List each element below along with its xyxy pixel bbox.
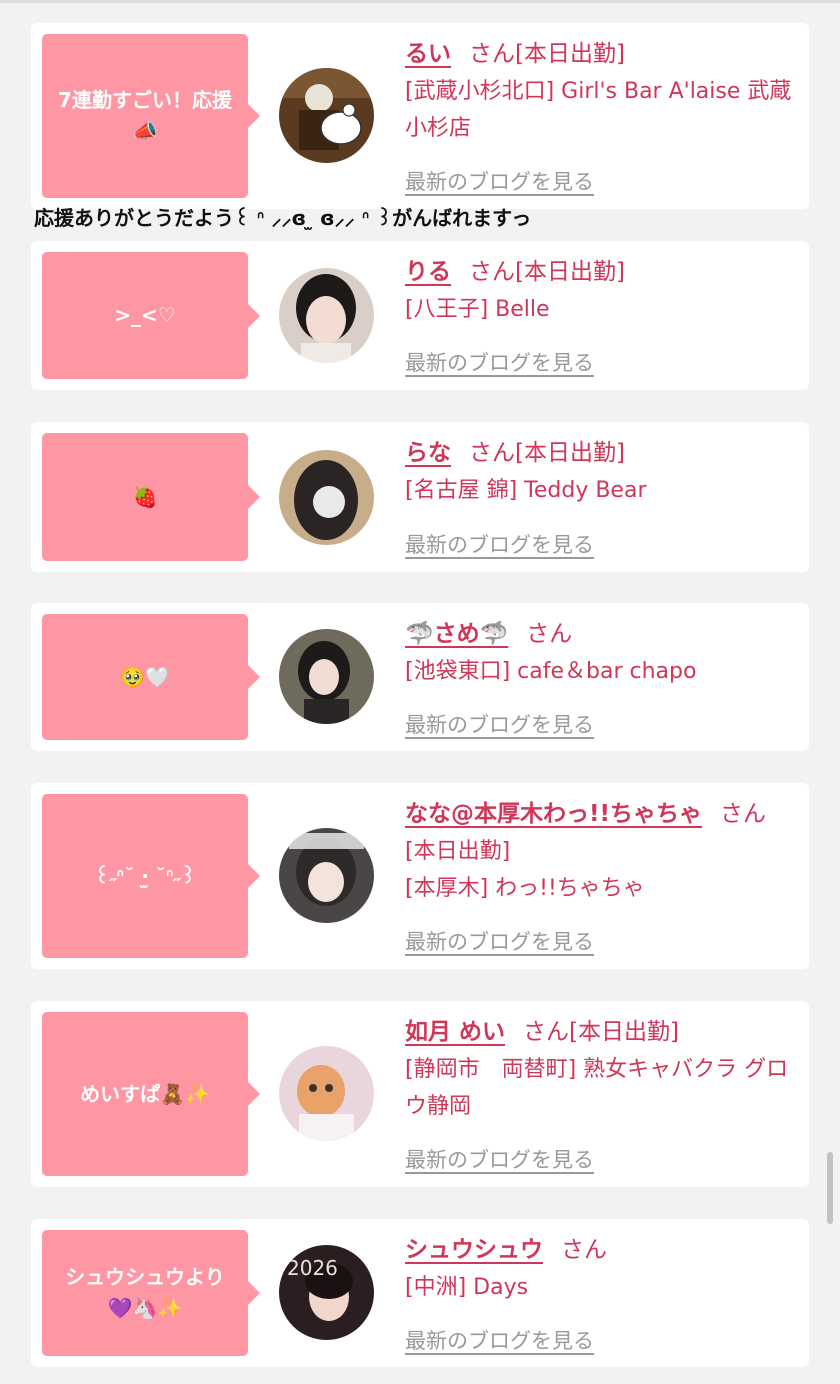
honorific: さん [561,1237,607,1263]
cast-name-link[interactable]: なな@本厚木わっ!!ちゃちゃ [405,801,702,827]
avatar[interactable] [279,828,374,923]
cast-name-link[interactable]: 如月 めい [405,1019,505,1045]
cast-info: シュウシュウ さん [中洲] Days [405,1232,797,1306]
cast-card: 🍓 らな さん[本日出勤] [名古屋 錦] Teddy Bear 最新のブログを見… [31,422,809,572]
cast-card: ꒰˶ᐢ˘ ·̫ ˘ᐢ˶꒱ なな@本厚木わっ!!ちゃちゃ さん [本日出勤] [本厚… [31,783,809,969]
message-text: >_<♡ [114,303,176,327]
message-bubble: 🥹🤍 [42,614,260,740]
shop-link[interactable]: [名古屋 錦] Teddy Bear [405,472,797,509]
cast-card: 7連勤すごい！応援📣 るい さん[本日出勤] [武蔵小杉北口] Girl's Ba… [31,23,809,209]
cast-card: >_<♡ りる さん[本日出勤] [八王子] Belle 最新のブログを見る [31,241,809,390]
cast-info: らな さん[本日出勤] [名古屋 錦] Teddy Bear [405,435,797,509]
reply-message: 応援ありがとうだよう꒰ ᐢ ⸝⸝ɞ ̫ ɞ⸝⸝ ᐢ ꒱がんばれますっ [34,206,532,230]
cast-card: 🥹🤍 🦈さめ🦈 さん [池袋東口] cafe＆bar chapo 最新のブログを見… [31,603,809,751]
avatar[interactable]: 2026 [279,1245,374,1340]
message-bubble: シュウシュウより💜🦄✨ [42,1230,260,1356]
latest-blog-link[interactable]: 最新のブログを見る [405,166,594,196]
status-badge: [本日出勤] [515,440,625,466]
svg-text:2026: 2026 [287,1256,338,1280]
cast-info: なな@本厚木わっ!!ちゃちゃ さん [本日出勤] [本厚木] わっ!!ちゃちゃ [405,796,797,907]
honorific: さん [469,440,515,466]
status-badge: [本日出勤] [515,41,625,67]
message-bubble: >_<♡ [42,252,260,379]
avatar[interactable] [279,68,374,163]
honorific: さん [469,41,515,67]
shop-link[interactable]: [武蔵小杉北口] Girl's Bar A'laise 武蔵小杉店 [405,73,797,147]
message-text: めいすぱ🧸✨ [80,1081,210,1106]
message-text: 🍓 [132,484,158,509]
avatar[interactable] [279,629,374,724]
scrollbar[interactable] [827,1152,833,1224]
message-bubble: 7連勤すごい！応援📣 [42,34,260,198]
latest-blog-link[interactable]: 最新のブログを見る [405,1144,594,1174]
status-badge: [本日出勤] [569,1019,679,1045]
message-bubble: ꒰˶ᐢ˘ ·̫ ˘ᐢ˶꒱ [42,794,260,958]
avatar[interactable] [279,268,374,363]
latest-blog-link[interactable]: 最新のブログを見る [405,347,594,377]
cast-name-link[interactable]: るい [405,41,451,67]
latest-blog-link[interactable]: 最新のブログを見る [405,926,594,956]
honorific: さん [719,801,766,827]
cast-info: 🦈さめ🦈 さん [池袋東口] cafe＆bar chapo [405,616,797,690]
cast-name-link[interactable]: らな [405,440,451,466]
cast-info: りる さん[本日出勤] [八王子] Belle [405,254,797,328]
honorific: さん [469,259,515,285]
message-bubble: 🍓 [42,433,260,561]
message-text: ꒰˶ᐢ˘ ·̫ ˘ᐢ˶꒱ [94,863,196,888]
message-text: シュウシュウより💜🦄✨ [65,1265,225,1320]
avatar[interactable] [279,1046,374,1141]
top-divider [0,0,840,3]
cast-info: るい さん[本日出勤] [武蔵小杉北口] Girl's Bar A'laise 武… [405,36,797,147]
honorific: さん [526,621,573,647]
shop-link[interactable]: [静岡市 両替町] 熟女キャバクラ グロウ静岡 [405,1051,797,1125]
message-text: 7連勤すごい！応援📣 [58,88,232,143]
cast-name-link[interactable]: りる [405,259,451,285]
shop-link[interactable]: [池袋東口] cafe＆bar chapo [405,653,797,690]
cast-card: めいすぱ🧸✨ 如月 めい さん[本日出勤] [静岡市 両替町] 熟女キャバクラ グ… [31,1001,809,1187]
shop-link[interactable]: [中洲] Days [405,1269,797,1306]
shop-link[interactable]: [本厚木] わっ!!ちゃちゃ [405,870,797,907]
latest-blog-link[interactable]: 最新のブログを見る [405,529,594,559]
message-bubble: めいすぱ🧸✨ [42,1012,260,1176]
status-badge: [本日出勤] [405,839,511,864]
message-text: 🥹🤍 [120,664,170,689]
cast-info: 如月 めい さん[本日出勤] [静岡市 両替町] 熟女キャバクラ グロウ静岡 [405,1014,797,1125]
status-badge: [本日出勤] [515,259,625,285]
latest-blog-link[interactable]: 最新のブログを見る [405,709,594,739]
cast-name-link[interactable]: 🦈さめ🦈 [405,621,508,647]
latest-blog-link[interactable]: 最新のブログを見る [405,1325,594,1355]
shop-link[interactable]: [八王子] Belle [405,291,797,328]
avatar[interactable] [279,450,374,545]
cast-name-link[interactable]: シュウシュウ [405,1237,543,1263]
cast-card: シュウシュウより💜🦄✨ 2026 シュウシュウ さん [中洲] Days 最新のブ… [31,1219,809,1367]
honorific: さん [523,1019,570,1045]
